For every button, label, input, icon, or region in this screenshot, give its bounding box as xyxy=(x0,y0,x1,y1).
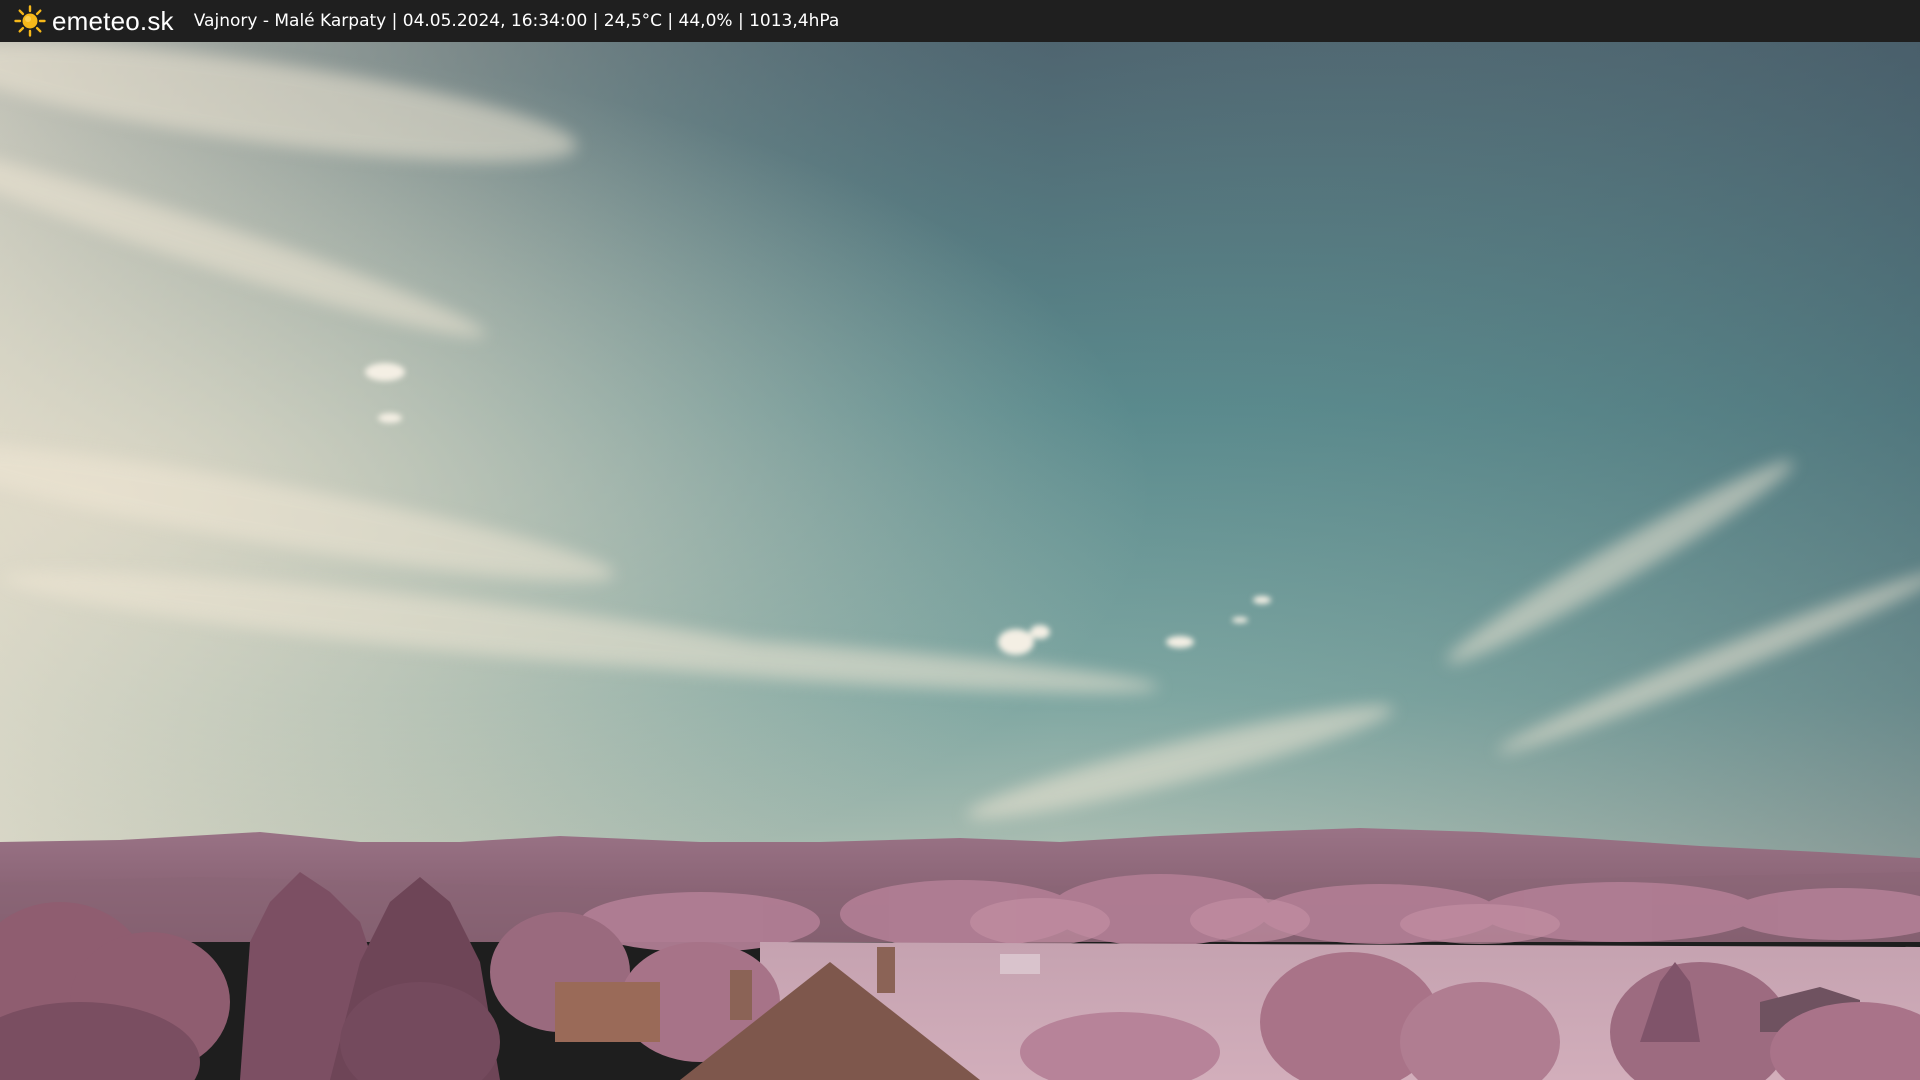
station-info: Vajnory - Malé Karpaty | 04.05.2024, 16:… xyxy=(193,11,840,31)
brand-name: emeteo.sk xyxy=(52,5,174,36)
sun-icon xyxy=(14,5,46,37)
header-bar: emeteo.sk Vajnory - Malé Karpaty | 04.05… xyxy=(0,0,1920,42)
webcam-viewport: emeteo.sk Vajnory - Malé Karpaty | 04.05… xyxy=(0,0,1920,1080)
landscape-scene xyxy=(0,42,1920,1080)
webcam-image xyxy=(0,42,1920,1080)
site-logo[interactable]: emeteo.sk xyxy=(14,5,174,37)
